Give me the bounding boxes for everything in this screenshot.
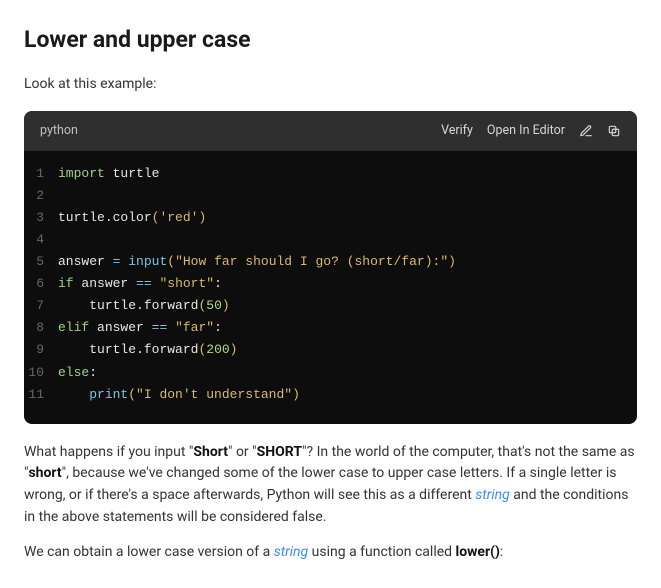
edit-icon[interactable] xyxy=(579,124,593,138)
code-line: 7 turtle.forward(50) xyxy=(24,295,637,317)
string-link[interactable]: string xyxy=(274,544,308,560)
code-line: 4 xyxy=(24,229,637,251)
line-content: turtle.forward(50) xyxy=(58,295,637,317)
code-line: 11 print("I don't understand") xyxy=(24,384,637,406)
line-number: 4 xyxy=(24,229,58,251)
line-content: answer = input("How far should I go? (sh… xyxy=(58,251,637,273)
line-number: 7 xyxy=(24,295,58,317)
line-content: elif answer == "far": xyxy=(58,317,637,339)
code-line: 10else: xyxy=(24,362,637,384)
line-content: turtle.color('red') xyxy=(58,207,637,229)
line-content xyxy=(58,185,637,207)
line-number: 6 xyxy=(24,273,58,295)
code-language-label: python xyxy=(40,121,78,140)
string-link[interactable]: string xyxy=(475,487,509,503)
text: We can obtain a lower case version of a xyxy=(24,544,274,560)
paragraph-1: What happens if you input "Short" or "SH… xyxy=(24,442,637,529)
line-number: 3 xyxy=(24,207,58,229)
text: using a function called xyxy=(308,544,455,560)
bold-short-cap: Short xyxy=(193,444,228,460)
line-number: 9 xyxy=(24,339,58,361)
line-number: 11 xyxy=(24,384,58,406)
line-content: print("I don't understand") xyxy=(58,384,637,406)
line-content: if answer == "short": xyxy=(58,273,637,295)
code-body: 1import turtle23turtle.color('red')45ans… xyxy=(24,151,637,424)
line-content: else: xyxy=(58,362,637,384)
line-number: 2 xyxy=(24,185,58,207)
line-number: 1 xyxy=(24,163,58,185)
bold-short-upper: SHORT xyxy=(257,444,302,460)
code-header: python Verify Open In Editor xyxy=(24,111,637,150)
code-line: 1import turtle xyxy=(24,163,637,185)
open-in-editor-button[interactable]: Open In Editor xyxy=(487,121,565,140)
line-number: 5 xyxy=(24,251,58,273)
text: What happens if you input " xyxy=(24,444,193,460)
bold-lower-fn: lower() xyxy=(456,544,500,560)
code-line: 8elif answer == "far": xyxy=(24,317,637,339)
copy-icon[interactable] xyxy=(607,124,621,138)
code-line: 2 xyxy=(24,185,637,207)
line-content: turtle.forward(200) xyxy=(58,339,637,361)
line-number: 8 xyxy=(24,317,58,339)
paragraph-2: We can obtain a lower case version of a … xyxy=(24,542,637,564)
code-line: 6if answer == "short": xyxy=(24,273,637,295)
text: : xyxy=(500,544,503,560)
text: " or " xyxy=(228,444,257,460)
line-content xyxy=(58,229,637,251)
code-line: 3turtle.color('red') xyxy=(24,207,637,229)
line-number: 10 xyxy=(24,362,58,384)
page-title: Lower and upper case xyxy=(24,22,637,58)
code-line: 5answer = input("How far should I go? (s… xyxy=(24,251,637,273)
bold-short-lower: short xyxy=(28,465,61,481)
line-content: import turtle xyxy=(58,163,637,185)
verify-button[interactable]: Verify xyxy=(441,121,473,140)
code-line: 9 turtle.forward(200) xyxy=(24,339,637,361)
code-block: python Verify Open In Editor 1import tur… xyxy=(24,111,637,423)
intro-text: Look at this example: xyxy=(24,74,637,96)
